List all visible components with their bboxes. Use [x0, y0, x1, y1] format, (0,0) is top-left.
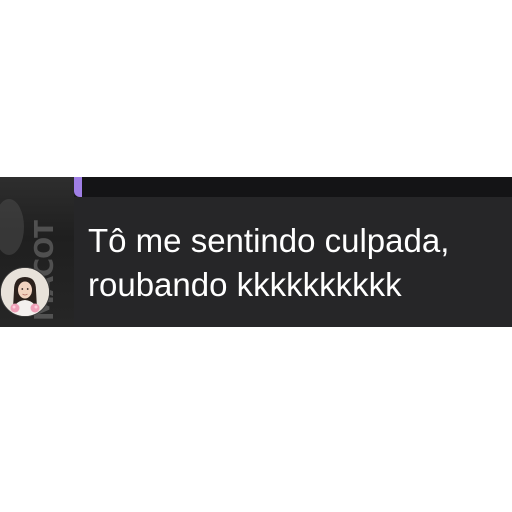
- message-line-2: roubando kkkkkkkkkk: [88, 266, 402, 303]
- reply-accent-bar: [74, 177, 82, 197]
- reply-preview-bar[interactable]: [82, 177, 512, 197]
- chat-message-row: MACOT Tô me sentindo culpada, roubando k…: [0, 177, 512, 327]
- avatar[interactable]: [0, 267, 50, 317]
- message-text: Tô me sentindo culpada, roubando kkkkkkk…: [88, 219, 512, 307]
- photo-shape: [0, 199, 24, 255]
- profile-photo-icon: [1, 268, 49, 316]
- screenshot-canvas: MACOT Tô me sentindo culpada, roubando k…: [0, 0, 512, 512]
- message-line-1: Tô me sentindo culpada,: [88, 222, 450, 259]
- message-bubble[interactable]: Tô me sentindo culpada, roubando kkkkkkk…: [74, 197, 512, 327]
